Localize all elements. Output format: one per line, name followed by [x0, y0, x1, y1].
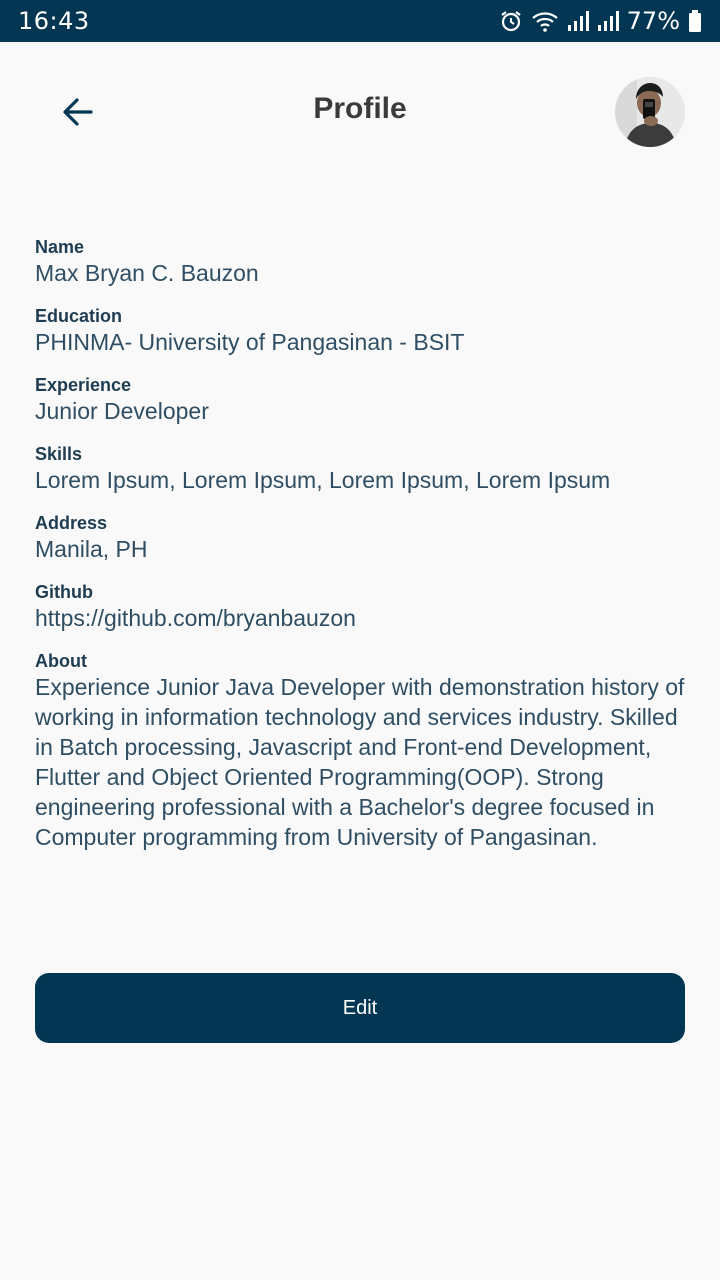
signal-icon — [597, 9, 619, 33]
experience-field: Experience Junior Developer — [35, 374, 685, 426]
field-label: Name — [35, 237, 85, 257]
field-value: Max Bryan C. Bauzon — [35, 260, 259, 286]
alarm-icon — [499, 9, 523, 33]
battery-percentage: 77% — [626, 7, 680, 35]
field-label: About — [35, 651, 87, 671]
field-label: Address — [35, 513, 108, 533]
field-label: Experience — [35, 375, 132, 395]
education-field: Education PHINMA- University of Pangasin… — [35, 305, 685, 357]
status-bar: 16:43 77% — [0, 0, 720, 42]
skills-field: Skills Lorem Ipsum, Lorem Ipsum, Lorem I… — [35, 443, 685, 495]
field-label: Github — [35, 582, 93, 602]
status-time: 16:43 — [18, 7, 90, 35]
profile-details: Name Max Bryan C. Bauzon Education PHINM… — [35, 236, 685, 869]
profile-photo — [615, 77, 685, 147]
github-field: Github https://github.com/bryanbauzon — [35, 581, 685, 633]
edit-button[interactable]: Edit — [35, 973, 685, 1043]
field-label: Education — [35, 306, 123, 326]
field-value: Manila, PH — [35, 536, 148, 562]
about-field: About Experience Junior Java Developer w… — [35, 650, 685, 852]
field-value: Lorem Ipsum, Lorem Ipsum, Lorem Ipsum, L… — [35, 467, 611, 493]
field-value: Junior Developer — [35, 398, 209, 424]
page-title: Profile — [313, 92, 407, 125]
avatar[interactable] — [615, 77, 685, 147]
name-field: Name Max Bryan C. Bauzon — [35, 236, 685, 288]
field-value: PHINMA- University of Pangasinan - BSIT — [35, 329, 465, 355]
wifi-icon — [531, 9, 559, 33]
status-icons: 77% — [499, 7, 702, 35]
signal-icon — [567, 9, 589, 33]
field-label: Skills — [35, 444, 83, 464]
github-link: https://github.com/bryanbauzon — [35, 605, 356, 631]
battery-icon — [688, 9, 702, 33]
about-text: Experience Junior Java Developer with de… — [35, 674, 685, 850]
app-bar: Profile — [0, 42, 720, 182]
address-field: Address Manila, PH — [35, 512, 685, 564]
